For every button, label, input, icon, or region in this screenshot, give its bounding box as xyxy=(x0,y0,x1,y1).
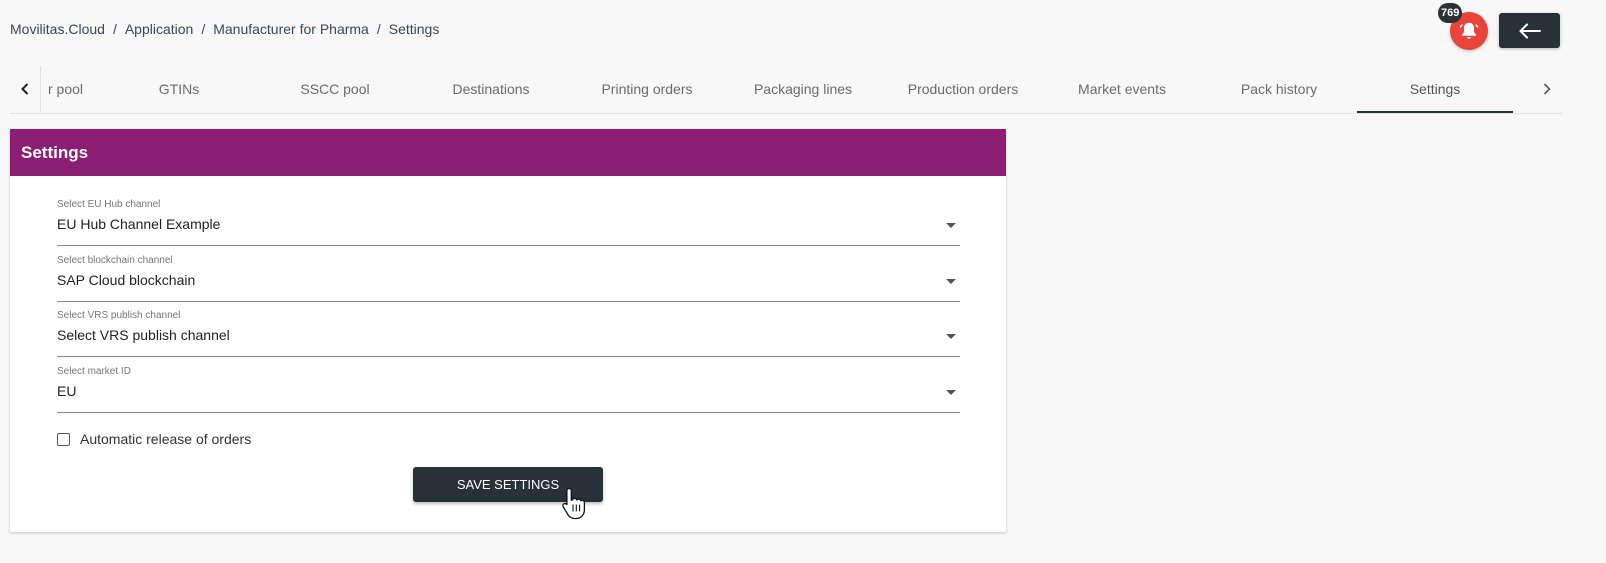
dropdown-arrow-icon xyxy=(946,390,956,395)
vrs-publish-channel-select[interactable]: Select VRS publish channel Select VRS pu… xyxy=(57,310,960,357)
tab-pack-history[interactable]: Pack history xyxy=(1201,66,1357,112)
dropdown-arrow-icon xyxy=(946,223,956,228)
tab-label: Printing orders xyxy=(601,81,693,97)
tab-gtins[interactable]: GTINs xyxy=(101,66,257,112)
breadcrumb-item-application[interactable]: Application xyxy=(125,21,194,37)
notification-count-badge: 769 xyxy=(1438,3,1463,23)
field-label: Select VRS publish channel xyxy=(57,310,181,321)
breadcrumb-separator: / xyxy=(201,21,206,37)
breadcrumb-separator: / xyxy=(112,21,117,37)
tab-destinations[interactable]: Destinations xyxy=(413,66,569,112)
tab-production-orders[interactable]: Production orders xyxy=(885,66,1041,112)
field-label: Select EU Hub channel xyxy=(57,199,161,210)
field-value: Select VRS publish channel xyxy=(57,327,230,343)
card-header: Settings xyxy=(10,129,1006,176)
tab-label: Destinations xyxy=(452,81,530,97)
automatic-release-option[interactable]: Automatic release of orders xyxy=(57,431,251,447)
tab-market-events[interactable]: Market events xyxy=(1044,66,1200,112)
breadcrumb-separator: / xyxy=(376,21,381,37)
checkbox-label: Automatic release of orders xyxy=(80,431,252,447)
tab-settings[interactable]: Settings xyxy=(1357,66,1513,113)
chevron-left-icon xyxy=(21,83,29,95)
tab-label: SSCC pool xyxy=(300,81,370,97)
tab-label: Settings xyxy=(1409,80,1461,97)
market-id-select[interactable]: Select market ID EU xyxy=(57,366,960,413)
field-label: Select market ID xyxy=(57,366,131,377)
field-label: Select blockchain channel xyxy=(57,255,173,266)
tab-scroll-left-button[interactable] xyxy=(10,66,41,112)
tab-bar: r pool GTINs SSCC pool Destinations Prin… xyxy=(10,66,1562,114)
eu-hub-channel-select[interactable]: Select EU Hub channel EU Hub Channel Exa… xyxy=(57,199,960,246)
hand-cursor-icon xyxy=(562,487,586,520)
field-value: SAP Cloud blockchain xyxy=(57,272,196,288)
card-title: Settings xyxy=(21,142,89,162)
tab-label: GTINs xyxy=(158,81,200,97)
tab-label: Production orders xyxy=(907,81,1019,97)
tab-label: Pack history xyxy=(1240,81,1318,97)
chevron-right-icon xyxy=(1543,83,1551,95)
tab-label: r pool xyxy=(48,81,84,97)
tab-sscc-pool[interactable]: SSCC pool xyxy=(257,66,413,112)
field-value: EU Hub Channel Example xyxy=(57,216,221,232)
back-button[interactable] xyxy=(1499,13,1560,48)
tab-label: Packaging lines xyxy=(753,81,853,97)
breadcrumb-item-root[interactable]: Movilitas.Cloud xyxy=(10,21,105,37)
settings-card: Settings Select EU Hub channel EU Hub Ch… xyxy=(10,129,1006,532)
tab-printing-orders[interactable]: Printing orders xyxy=(569,66,725,112)
dropdown-arrow-icon xyxy=(946,334,956,339)
tab-label: Market events xyxy=(1078,81,1166,97)
breadcrumb-item-current: Settings xyxy=(388,21,440,37)
bell-icon xyxy=(1459,22,1479,39)
field-value: EU xyxy=(57,383,77,399)
breadcrumb-item-manufacturer[interactable]: Manufacturer for Pharma xyxy=(213,21,369,37)
arrow-left-icon xyxy=(1519,23,1541,38)
breadcrumb: Movilitas.Cloud / Application / Manufact… xyxy=(10,21,439,37)
automatic-release-checkbox[interactable] xyxy=(57,432,70,446)
dropdown-arrow-icon xyxy=(946,279,956,284)
tab-scroll-right-button[interactable] xyxy=(1532,66,1562,112)
tab-packaging-lines[interactable]: Packaging lines xyxy=(725,66,881,112)
blockchain-channel-select[interactable]: Select blockchain channel SAP Cloud bloc… xyxy=(57,255,960,302)
